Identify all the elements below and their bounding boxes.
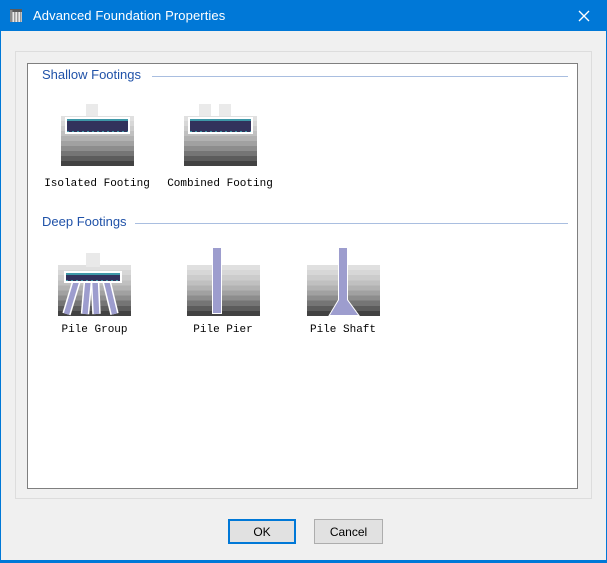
item-label: Isolated Footing	[42, 178, 152, 190]
close-button[interactable]	[561, 0, 606, 31]
option-pile-pier[interactable]: Pile Pier	[172, 247, 274, 336]
item-label: Pile Group	[42, 324, 147, 336]
app-icon	[9, 8, 25, 24]
option-pile-shaft[interactable]: Pile Shaft	[292, 247, 394, 336]
section-divider-shallow	[152, 76, 568, 77]
pile-pier-icon	[187, 247, 260, 316]
title-bar[interactable]: Advanced Foundation Properties	[1, 0, 606, 31]
ok-button[interactable]: OK	[228, 519, 296, 544]
option-combined-footing[interactable]: Combined Footing	[165, 104, 275, 190]
window-title: Advanced Foundation Properties	[33, 8, 225, 23]
dialog-window: Advanced Foundation Properties Shallow F…	[0, 0, 607, 563]
isolated-footing-icon	[61, 104, 134, 166]
foundation-group-box: Shallow Footings Isolated Footing Combin…	[27, 63, 578, 489]
column-stub	[86, 253, 100, 267]
close-icon	[578, 10, 590, 22]
footing-bar	[188, 117, 253, 134]
item-label: Combined Footing	[165, 178, 275, 190]
section-header-shallow-footings: Shallow Footings	[42, 67, 141, 82]
item-label: Pile Shaft	[292, 324, 394, 336]
option-pile-group[interactable]: Pile Group	[42, 247, 147, 336]
shaft-graphic	[307, 247, 380, 316]
item-label: Pile Pier	[172, 324, 274, 336]
section-header-deep-footings: Deep Footings	[42, 214, 127, 229]
pile-group-icon	[58, 247, 131, 316]
pile-cap-bar	[64, 271, 122, 283]
pile-shaft-icon	[307, 247, 380, 316]
dialog-body: Shallow Footings Isolated Footing Combin…	[1, 31, 606, 560]
cancel-button[interactable]: Cancel	[314, 519, 383, 544]
soil-block	[187, 265, 260, 316]
footing-bar	[65, 117, 130, 134]
option-isolated-footing[interactable]: Isolated Footing	[42, 104, 152, 190]
combined-footing-icon	[184, 104, 257, 166]
pier-column	[212, 248, 222, 314]
section-divider-deep	[135, 223, 568, 224]
